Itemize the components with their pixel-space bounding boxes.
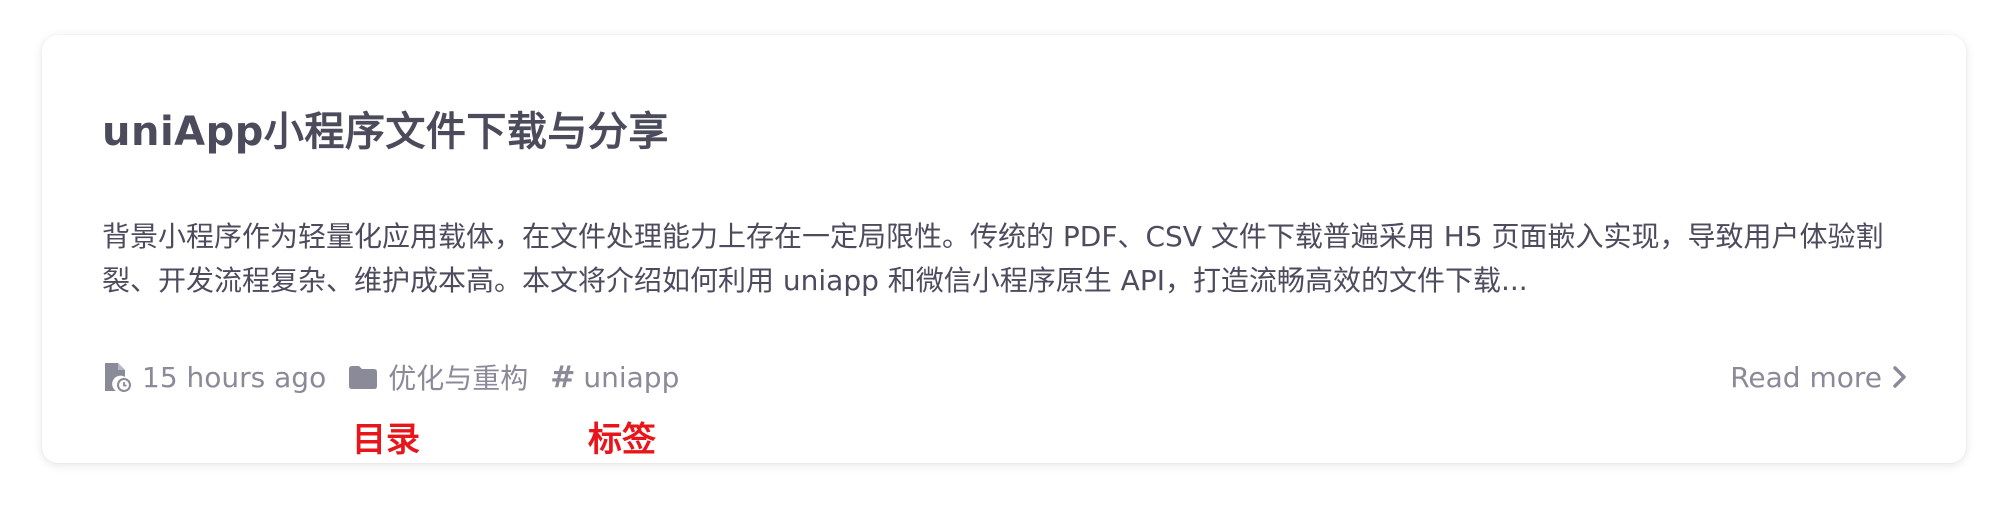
post-excerpt: 背景小程序作为轻量化应用载体，在文件处理能力上存在一定局限性。传统的 PDF、C… bbox=[102, 220, 1884, 297]
post-title[interactable]: uniApp小程序文件下载与分享 bbox=[102, 99, 669, 157]
post-tag-link[interactable]: uniapp bbox=[583, 361, 679, 394]
read-more-label: Read more bbox=[1730, 360, 1882, 394]
annotation-category-label: 目录 bbox=[352, 420, 420, 460]
post-time-text: 15 hours ago bbox=[142, 360, 327, 394]
page: uniApp小程序文件下载与分享 背景小程序作为轻量化应用载体，在文件处理能力上… bbox=[0, 0, 2016, 514]
read-more-link[interactable]: Read more bbox=[1730, 357, 1908, 397]
hashtag-icon: # bbox=[550, 359, 576, 395]
post-category-link[interactable]: 优化与重构 bbox=[388, 357, 528, 397]
post-tag: # uniapp bbox=[550, 360, 679, 395]
annotation-tag-label: 标签 bbox=[588, 420, 656, 460]
file-clock-icon bbox=[102, 361, 132, 393]
post-card: uniApp小程序文件下载与分享 背景小程序作为轻量化应用载体，在文件处理能力上… bbox=[42, 35, 1966, 463]
post-category: 优化与重构 bbox=[348, 357, 528, 397]
post-time: 15 hours ago bbox=[102, 361, 326, 394]
post-meta: 15 hours ago 优化与重构 # uniapp bbox=[102, 357, 701, 397]
folder-icon bbox=[348, 364, 378, 390]
chevron-right-icon bbox=[1892, 365, 1908, 389]
